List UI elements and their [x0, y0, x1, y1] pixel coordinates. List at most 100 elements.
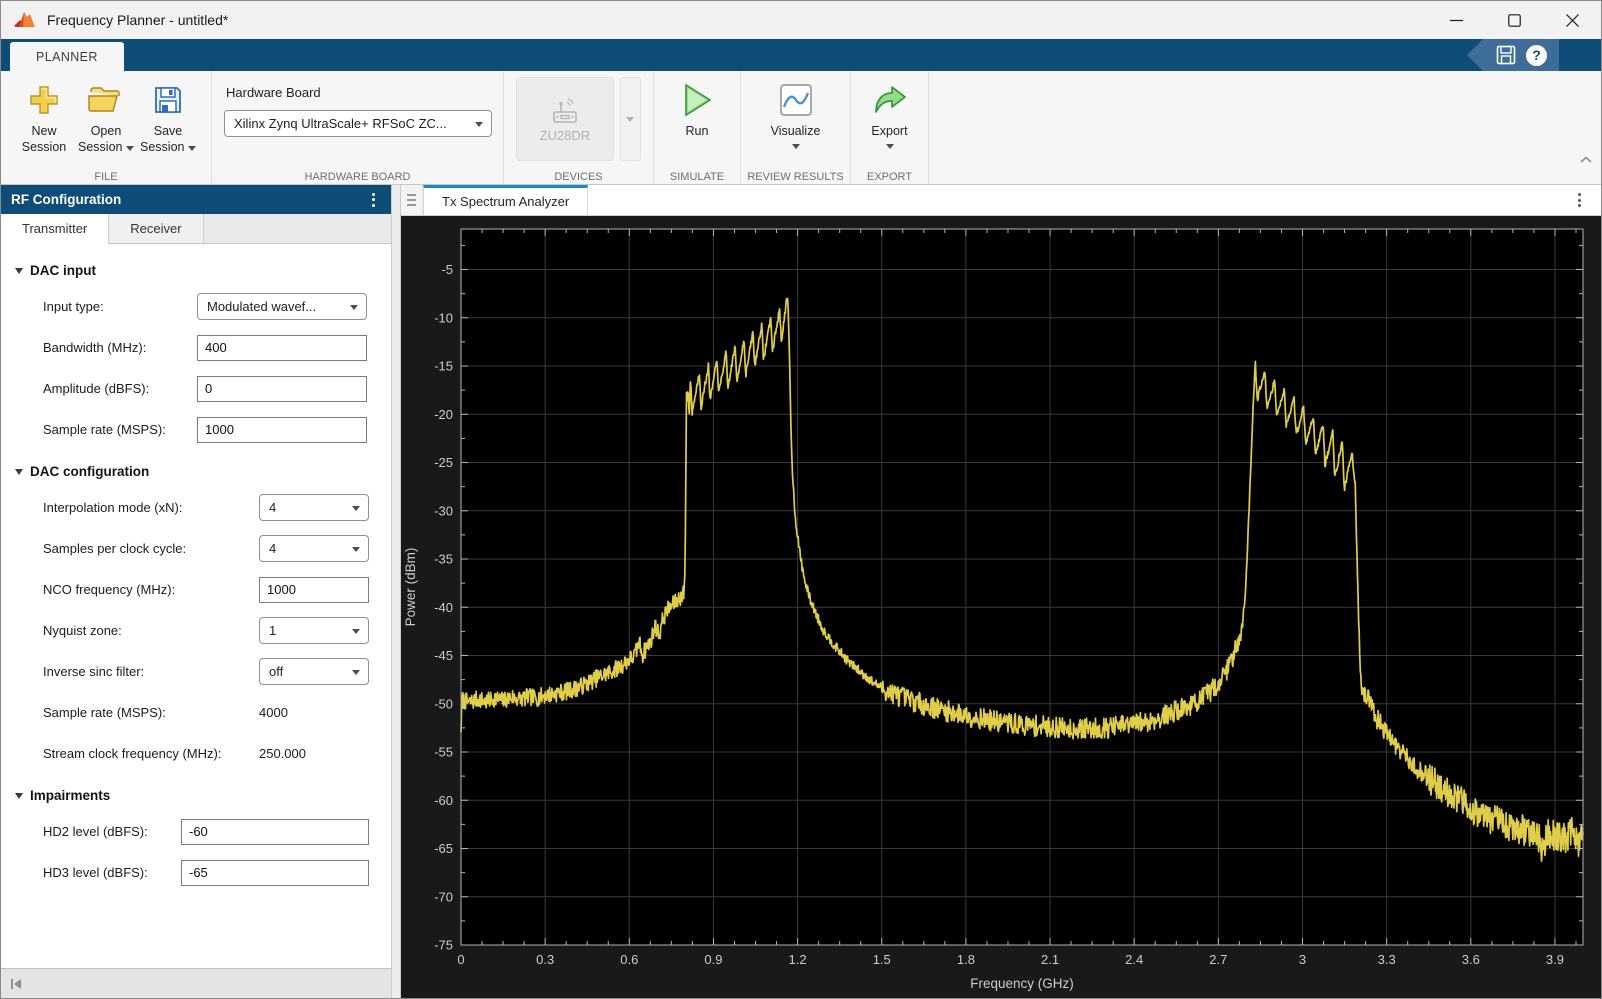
svg-text:-45: -45: [434, 648, 453, 663]
device-dropdown-button[interactable]: [619, 77, 641, 161]
toolstrip-section-hardware-board: Hardware Board Xilinx Zynq UltraScale+ R…: [212, 71, 504, 184]
stream-clock-value: 250.000: [259, 746, 306, 761]
device-caret-icon: [626, 116, 635, 122]
samples-per-clock-dropdown[interactable]: 4: [259, 535, 369, 562]
svg-text:-55: -55: [434, 745, 453, 760]
section-impairments[interactable]: Impairments: [1, 781, 391, 810]
visualize-caret-icon: [791, 143, 800, 149]
interpolation-mode-dropdown[interactable]: 4: [259, 494, 369, 521]
close-button[interactable]: [1543, 1, 1601, 39]
help-icon[interactable]: ?: [1526, 44, 1547, 66]
tab-transmitter[interactable]: Transmitter: [1, 214, 110, 244]
section-dac-configuration[interactable]: DAC configuration: [1, 457, 391, 486]
svg-text:-70: -70: [434, 889, 453, 904]
tab-drag-handle-icon[interactable]: [401, 185, 423, 215]
save-floppy-icon: [155, 87, 181, 113]
row-stream-clock: Stream clock frequency (MHz): 250.000: [43, 746, 306, 761]
svg-text:-75: -75: [434, 938, 453, 953]
toolstrip-section-file: New Session Open Session Save Session FI…: [1, 71, 212, 184]
row-interpolation-mode: Interpolation mode (xN): 4: [43, 494, 391, 521]
panel-bottom-bar: [1, 968, 391, 998]
maximize-icon: [1507, 13, 1521, 27]
input-type-dropdown[interactable]: Modulated wavef...: [197, 293, 367, 320]
visualize-button[interactable]: Visualize: [758, 75, 834, 149]
section-label-review-results: REVIEW RESULTS: [747, 171, 844, 183]
nyquist-zone-dropdown[interactable]: 1: [259, 617, 369, 644]
new-session-label: New Session: [21, 124, 67, 154]
panel-menu-icon[interactable]: [366, 192, 381, 207]
save-session-button[interactable]: Save Session: [137, 75, 199, 155]
new-plus-icon: [30, 86, 58, 114]
run-button[interactable]: Run: [666, 75, 728, 140]
dropdown-caret-icon: [350, 305, 358, 310]
toolstrip-section-devices: ZU28DR DEVICES: [504, 71, 654, 184]
row-nco-frequency: NCO frequency (MHz):: [43, 576, 391, 603]
document-menu-button[interactable]: [1572, 185, 1601, 215]
nco-frequency-input[interactable]: [259, 576, 369, 603]
minimize-icon: [1449, 19, 1463, 21]
svg-text:1.8: 1.8: [957, 952, 975, 967]
row-hd2-level: HD2 level (dBFS):: [43, 818, 391, 845]
minimize-button[interactable]: [1427, 1, 1485, 39]
new-session-button[interactable]: New Session: [13, 75, 75, 155]
collapse-panel-icon[interactable]: [9, 977, 23, 991]
hd3-level-input[interactable]: [181, 859, 369, 886]
row-inverse-sinc: Inverse sinc filter: off: [43, 658, 391, 685]
svg-text:-40: -40: [434, 600, 453, 615]
panel-content: DAC input Input type: Modulated wavef...…: [1, 244, 391, 968]
main-area: RF Configuration Transmitter Receiver DA…: [1, 185, 1601, 998]
quick-save-icon[interactable]: [1496, 45, 1516, 65]
section-label-simulate: SIMULATE: [669, 171, 725, 183]
tab-planner[interactable]: PLANNER: [10, 42, 124, 71]
section-label-hardware-board: HARDWARE BOARD: [304, 171, 411, 183]
dropdown-caret-icon: [352, 506, 360, 511]
export-button[interactable]: Export: [863, 75, 916, 149]
svg-text:-35: -35: [434, 552, 453, 567]
title-bar: Frequency Planner - untitled*: [1, 1, 1601, 39]
amplitude-input[interactable]: [197, 375, 367, 402]
section-dac-input[interactable]: DAC input: [1, 256, 391, 285]
toolstrip: New Session Open Session Save Session FI…: [1, 71, 1601, 185]
ribbon-tab-bar: PLANNER ?: [1, 39, 1601, 71]
row-hd3-level: HD3 level (dBFS):: [43, 859, 391, 886]
maximize-button[interactable]: [1485, 1, 1543, 39]
device-zu28dr-button[interactable]: ZU28DR: [516, 77, 614, 161]
run-label: Run: [685, 124, 709, 138]
panel-splitter[interactable]: [391, 185, 401, 998]
hardware-board-caret-icon: [475, 122, 483, 127]
window-title: Frequency Planner - untitled*: [47, 12, 229, 28]
tab-receiver[interactable]: Receiver: [109, 214, 204, 243]
section-label-devices: DEVICES: [554, 171, 603, 183]
hd2-level-input[interactable]: [181, 818, 369, 845]
bandwidth-input[interactable]: [197, 334, 367, 361]
inverse-sinc-dropdown[interactable]: off: [259, 658, 369, 685]
section-label-file: FILE: [94, 171, 118, 183]
toolstrip-collapse-icon[interactable]: [1579, 155, 1593, 165]
svg-text:0.3: 0.3: [536, 952, 554, 967]
svg-text:3.3: 3.3: [1378, 952, 1396, 967]
svg-text:-65: -65: [434, 841, 453, 856]
svg-text:2.1: 2.1: [1041, 952, 1059, 967]
toolstrip-section-review-results: Visualize REVIEW RESULTS: [741, 71, 851, 184]
spectrum-plot: 0 0.3 0.6 0.9 1.2 1.5 1.8 2.1 2.4 2.7 3 3.3 3.6 3.9 -7…: [401, 216, 1601, 998]
matlab-logo-icon: [14, 12, 35, 27]
svg-text:-25: -25: [434, 455, 453, 470]
hardware-board-dropdown[interactable]: Xilinx Zynq UltraScale+ RFSoC ZC...: [224, 110, 492, 137]
spectrum-chart[interactable]: 0 0.3 0.6 0.9 1.2 1.5 1.8 2.1 2.4 2.7 3 3.3 3.6 3.9 -7…: [401, 216, 1602, 999]
hardware-board-field-label: Hardware Board: [226, 85, 321, 100]
row-samples-per-clock: Samples per clock cycle: 4: [43, 535, 391, 562]
row-dac-sample-rate: Sample rate (MSPS): 4000: [43, 705, 288, 720]
collapse-triangle-icon: [15, 469, 23, 475]
sample-rate-input[interactable]: [197, 416, 367, 443]
tab-tx-spectrum-analyzer[interactable]: Tx Spectrum Analyzer: [423, 185, 589, 215]
save-session-label: Save Session: [140, 124, 185, 154]
panel-tab-strip: Transmitter Receiver: [1, 214, 391, 244]
document-area: Tx Spectrum Analyzer 0 0.3 0.6 0.9 1.2 1.5 1.8…: [401, 185, 1601, 998]
open-session-caret-icon: [125, 145, 134, 151]
export-caret-icon: [885, 143, 894, 149]
open-session-label: Open Session: [78, 124, 123, 154]
open-session-button[interactable]: Open Session: [75, 75, 137, 155]
svg-text:-20: -20: [434, 407, 453, 422]
row-nyquist-zone: Nyquist zone: 1: [43, 617, 391, 644]
svg-text:2.7: 2.7: [1209, 952, 1227, 967]
